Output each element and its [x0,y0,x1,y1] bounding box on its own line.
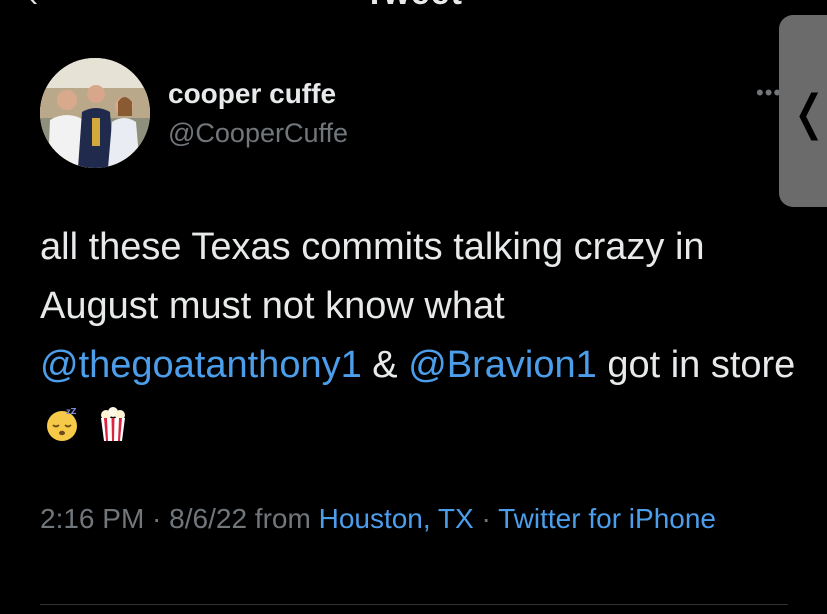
mention-link[interactable]: @Bravion1 [408,344,597,386]
divider [40,604,788,605]
tweet-text-part: all these Texas commits talking crazy in… [40,226,705,327]
tweet-time: 2:16 PM [40,503,145,534]
author-display-name[interactable]: cooper cuffe [168,78,336,110]
from-label: from [247,503,319,534]
tweet-meta: 2:16 PM · 8/6/22 from Houston, TX · Twit… [40,498,800,540]
page-title: Tweet [0,0,827,13]
author-handle[interactable]: @CooperCuffe [168,118,348,149]
svg-text:zZ: zZ [66,407,77,416]
client-link[interactable]: Twitter for iPhone [498,503,716,534]
user-avatar-icon [40,58,150,168]
tweet-text-part: & [361,344,409,386]
avatar[interactable] [40,58,150,168]
popcorn-emoji-icon [100,407,125,441]
meta-separator: · [144,503,170,534]
location-link[interactable]: Houston, TX [319,503,474,534]
mention-link[interactable]: @thegoatanthony1 [40,344,362,386]
chevron-left-icon: ❬ [789,85,827,141]
tweet-text-part: got in store [596,344,796,386]
side-panel-handle[interactable]: ❬ [779,15,827,207]
tweet-text: all these Texas commits talking crazy in… [40,218,800,454]
tweet-detail-page: ‹ Tweet cooper cuffe @CooperCuffe ••• ❬ … [0,0,827,614]
sleeping-face-emoji-icon: zZ [47,407,77,441]
tweet-date: 8/6/22 [169,503,248,534]
meta-separator: · [473,503,499,534]
